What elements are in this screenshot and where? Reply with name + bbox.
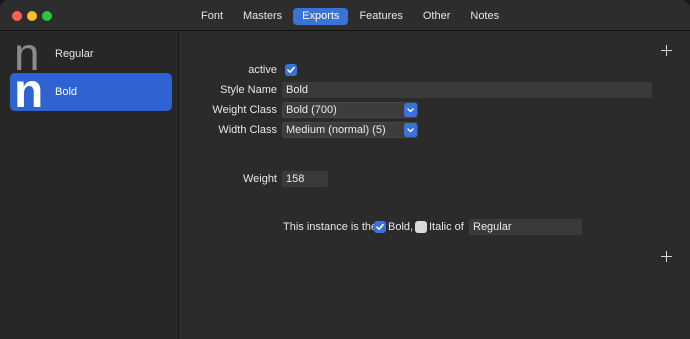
weight-class-select[interactable]: Bold (700) <box>282 102 418 118</box>
width-class-label: Width Class <box>218 124 277 136</box>
glyph-preview: n <box>14 73 44 111</box>
width-class-select[interactable]: Medium (normal) (5) <box>282 122 418 138</box>
bold-link-label: Bold, <box>388 221 414 233</box>
zoom-window-button[interactable] <box>42 11 52 21</box>
tab-exports[interactable]: Exports <box>293 7 349 25</box>
sidebar-item-label: Regular <box>55 48 94 60</box>
active-checkbox[interactable] <box>285 64 297 76</box>
instances-sidebar: n Regular n Bold <box>0 32 179 339</box>
style-name-label: Style Name <box>220 84 277 96</box>
chevron-updown-icon <box>404 103 417 117</box>
glyph-preview: n <box>14 35 40 73</box>
sidebar-item-regular[interactable]: n Regular <box>10 35 172 73</box>
instance-settings-panel: active Style Name Bold Weight Class Bold… <box>180 32 690 339</box>
sidebar-item-label: Bold <box>55 86 78 98</box>
tab-masters[interactable]: Masters <box>234 8 291 25</box>
bold-checkbox[interactable] <box>374 221 386 233</box>
checkmark-icon <box>287 66 295 73</box>
chevron-updown-icon <box>404 123 417 137</box>
plus-icon[interactable] <box>661 251 672 262</box>
style-link-field[interactable]: Regular <box>469 219 582 235</box>
titlebar: Font Masters Exports Features Other Note… <box>0 0 690 31</box>
close-window-button[interactable] <box>12 11 22 21</box>
weight-class-value: Bold (700) <box>286 104 337 116</box>
weight-field[interactable]: 158 <box>282 171 328 187</box>
weight-label: Weight <box>242 173 277 185</box>
style-name-field[interactable]: Bold <box>282 82 652 98</box>
plus-icon[interactable] <box>661 45 672 56</box>
italic-checkbox[interactable] <box>415 221 427 233</box>
weight-class-label: Weight Class <box>212 104 277 116</box>
tab-notes[interactable]: Notes <box>461 8 508 25</box>
active-label: active <box>248 64 277 76</box>
style-link-prefix: This instance is the <box>283 221 378 233</box>
sidebar-item-bold[interactable]: n Bold <box>10 73 172 111</box>
checkmark-icon <box>376 223 384 230</box>
app-window: Font Masters Exports Features Other Note… <box>0 0 690 339</box>
tab-features[interactable]: Features <box>350 8 411 25</box>
width-class-value: Medium (normal) (5) <box>286 124 386 136</box>
tab-other[interactable]: Other <box>414 8 460 25</box>
tab-bar: Font Masters Exports Features Other Note… <box>192 7 510 25</box>
italic-link-label: Italic of <box>429 221 464 233</box>
minimize-window-button[interactable] <box>27 11 37 21</box>
tab-font[interactable]: Font <box>192 8 232 25</box>
